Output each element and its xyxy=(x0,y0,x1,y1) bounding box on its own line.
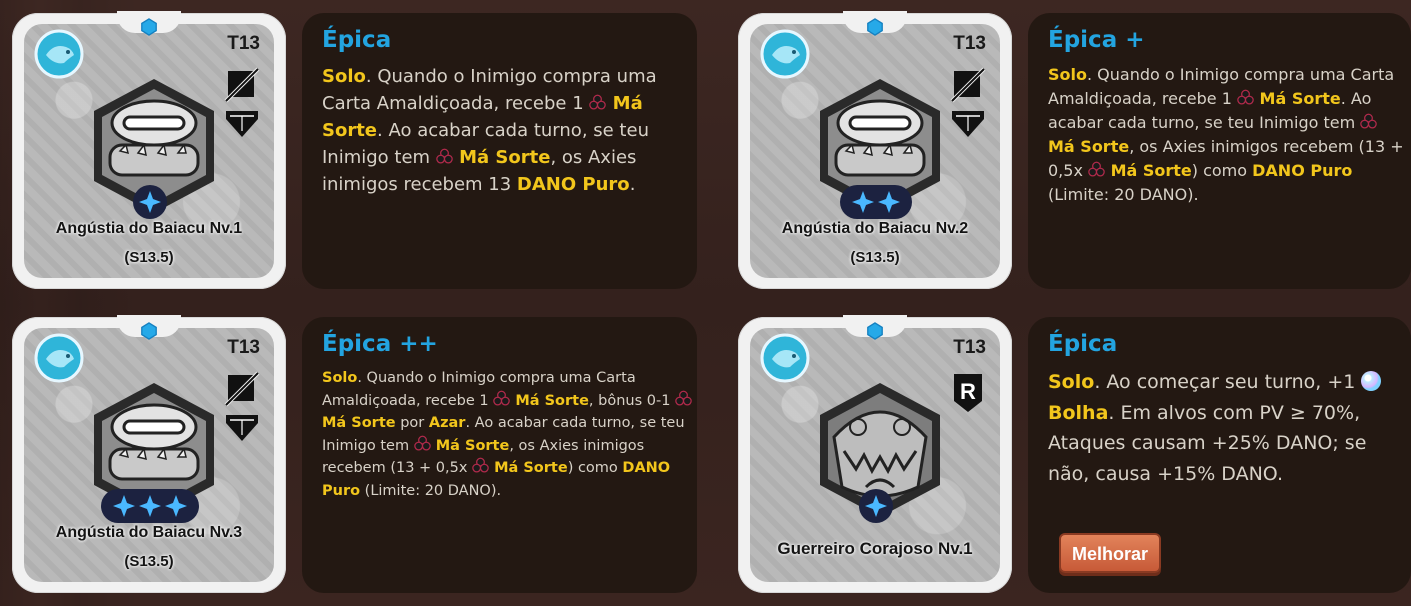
keyword: Solo xyxy=(1048,65,1087,84)
keyword: Bolha xyxy=(1048,401,1109,424)
gem-icon xyxy=(141,322,157,340)
aquatic-class-icon xyxy=(760,29,810,79)
clover-icon xyxy=(1360,113,1378,129)
level-indicator xyxy=(101,489,199,523)
keyword: Má Sorte xyxy=(1105,161,1192,180)
keyword: DANO Puro xyxy=(516,174,630,195)
keyword: Má Sorte xyxy=(322,415,396,431)
description-text: (Limite: 20 DANO). xyxy=(1048,185,1199,204)
clover-icon xyxy=(436,148,453,164)
aquatic-class-icon xyxy=(760,333,810,383)
rarity-label: Épica + xyxy=(1048,27,1145,53)
tier-label: T13 xyxy=(227,337,260,358)
ranged-icon: R xyxy=(954,374,982,412)
gem-icon xyxy=(867,322,883,340)
clover-icon xyxy=(493,390,511,406)
card-description-panel: Épica + Solo. Quando o Inimigo compra um… xyxy=(1028,13,1411,289)
card[interactable]: T13 Angústia do Baiacu Nv.2 (S13.5) xyxy=(738,11,1012,289)
description-text: . xyxy=(629,174,636,195)
keyword: Má Sorte xyxy=(1253,89,1341,108)
card[interactable]: T13 R Guerreiro Corajoso Nv.1 xyxy=(738,315,1012,593)
card-description: Solo. Quando o Inimigo compra uma Carta … xyxy=(322,367,694,502)
keyword: Azar xyxy=(428,415,466,431)
keyword: DANO Puro xyxy=(1252,161,1353,180)
description-text: . Ao começar seu turno, +1 xyxy=(1094,371,1362,393)
keyword: Solo xyxy=(1048,371,1095,393)
level-star-icon xyxy=(878,191,900,213)
level-star-icon xyxy=(113,495,135,517)
level-indicator xyxy=(133,185,167,219)
card-description-panel: Épica ++ Solo. Quando o Inimigo compra u… xyxy=(302,317,697,593)
card-season: (S13.5) xyxy=(124,249,174,266)
keyword: Má Sorte xyxy=(430,437,510,454)
keyword: Solo xyxy=(322,370,358,386)
card-description: Solo. Quando o Inimigo compra uma Carta … xyxy=(322,63,692,198)
level-star-icon xyxy=(139,191,161,213)
card-season: (S13.5) xyxy=(850,249,900,266)
description-text: ) como xyxy=(567,460,623,476)
aquatic-class-icon xyxy=(34,29,84,79)
level-star-icon xyxy=(165,495,187,517)
aquatic-class-icon xyxy=(34,333,84,383)
card-name: Angústia do Baiacu Nv.3 xyxy=(55,524,243,541)
svg-text:R: R xyxy=(960,379,976,404)
clover-icon xyxy=(472,457,489,473)
level-star-icon xyxy=(139,495,161,517)
card-description-panel: Épica Solo. Ao começar seu turno, +1 Bol… xyxy=(1028,317,1411,593)
card-season: (S13.5) xyxy=(124,553,174,570)
clover-icon xyxy=(1237,89,1254,105)
card[interactable]: T13 Angústia do Baiacu Nv.3 (S13.5) xyxy=(12,315,286,593)
keyword: Má Sorte xyxy=(452,147,551,168)
clover-icon xyxy=(589,94,607,110)
bubble-icon xyxy=(1361,371,1382,391)
card-name: Angústia do Baiacu Nv.2 xyxy=(781,220,969,237)
clover-icon xyxy=(413,435,431,451)
card-name: Angústia do Baiacu Nv.1 xyxy=(55,220,243,237)
rarity-label: Épica xyxy=(322,27,392,53)
description-text: por xyxy=(395,415,429,431)
description-text: (Limite: 20 DANO). xyxy=(360,482,502,499)
clover-icon xyxy=(1088,161,1105,177)
card-description: Solo. Ao começar seu turno, +1 Bolha. Em… xyxy=(1048,367,1393,489)
description-text: ) como xyxy=(1191,161,1253,180)
tier-label: T13 xyxy=(953,33,986,54)
level-star-icon xyxy=(865,495,887,517)
tier-label: T13 xyxy=(227,33,260,54)
rarity-label: Épica ++ xyxy=(322,331,438,357)
tier-label: T13 xyxy=(953,337,986,358)
level-indicator xyxy=(859,489,893,523)
clover-icon xyxy=(675,390,692,406)
upgrade-button[interactable]: Melhorar xyxy=(1059,533,1161,573)
level-star-icon xyxy=(852,191,874,213)
card-name: Guerreiro Corajoso Nv.1 xyxy=(777,539,973,558)
description-text: , bônus 0-1 xyxy=(588,392,676,409)
level-indicator xyxy=(840,185,912,219)
no-attack-icon xyxy=(224,371,260,441)
keyword: Solo xyxy=(322,66,366,87)
gem-icon xyxy=(867,18,883,36)
keyword: Má Sorte xyxy=(510,392,589,409)
no-attack-icon xyxy=(950,67,986,137)
card-description-panel: Épica Solo. Quando o Inimigo compra uma … xyxy=(302,13,697,289)
card-description: Solo. Quando o Inimigo compra uma Carta … xyxy=(1048,63,1408,207)
keyword: Má Sorte xyxy=(489,460,568,476)
rarity-label: Épica xyxy=(1048,331,1118,357)
no-attack-icon xyxy=(224,67,260,137)
gem-icon xyxy=(141,18,157,36)
keyword: Má Sorte xyxy=(1048,137,1130,156)
card[interactable]: T13 Angústia do Baiacu Nv.1 (S13.5) xyxy=(12,11,286,289)
